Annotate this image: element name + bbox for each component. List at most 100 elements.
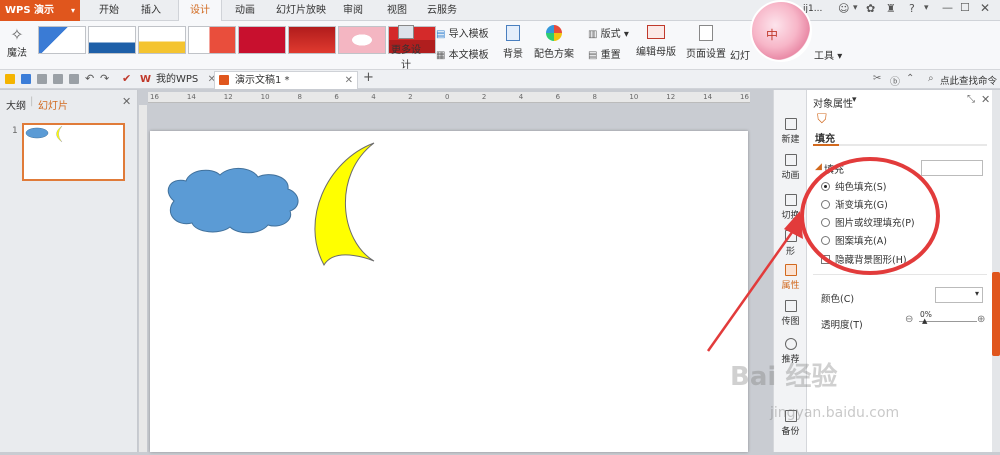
template-thumb-1[interactable] — [38, 26, 86, 54]
close-icon[interactable]: ✕ — [981, 93, 990, 106]
expand-icon[interactable]: ⌃ — [906, 73, 914, 84]
transparency-slider[interactable] — [919, 321, 977, 322]
tab-cloud[interactable]: 云服务 — [422, 0, 462, 21]
tab-insert[interactable]: 插入 — [134, 0, 168, 21]
moon-shape[interactable] — [314, 142, 375, 267]
search-icon[interactable]: ⌕ — [928, 73, 934, 84]
folder-icon[interactable] — [5, 74, 15, 84]
close-icon[interactable]: ✕ — [345, 72, 353, 89]
ruler-label: 0 — [445, 93, 450, 101]
layout-button[interactable]: ▥ 版式 ▾ — [588, 25, 629, 40]
ruler-label: 16 — [740, 93, 749, 101]
edit-master-label: 编辑母版 — [636, 47, 676, 58]
slide-size-button[interactable]: 幻灯 — [730, 47, 750, 62]
app-menu-button[interactable]: WPS 演示 ▾ — [0, 0, 80, 21]
palette-icon — [546, 25, 562, 41]
baidu-watermark-url: jingyan.baidu.com — [770, 405, 900, 421]
right-scrollbar[interactable] — [992, 90, 1000, 452]
minimize-icon[interactable]: — — [942, 1, 953, 14]
more-design-button[interactable]: 更多设计 — [388, 25, 424, 71]
magic-button[interactable]: ✧ 魔法 — [4, 25, 30, 59]
background-button[interactable]: 背景 — [500, 25, 526, 60]
slider-thumb[interactable]: ▲ — [922, 317, 927, 325]
sidebar-item-new[interactable]: 新建 — [774, 118, 807, 145]
print-icon[interactable] — [37, 74, 47, 84]
export-icon[interactable] — [69, 74, 79, 84]
skin-icon[interactable]: ✿ — [866, 2, 875, 15]
template-thumb-5[interactable] — [238, 26, 286, 54]
plus-icon[interactable]: ⊕ — [977, 314, 985, 325]
slide-number: 1 — [12, 126, 18, 136]
tab-home[interactable]: 开始 — [92, 0, 126, 21]
reset-button[interactable]: ▤ 重置 — [588, 46, 621, 61]
template-thumb-2[interactable] — [88, 26, 136, 54]
slide-thumbnail[interactable] — [22, 123, 125, 181]
pane-title: 对象属性 — [813, 99, 853, 110]
tab-animation[interactable]: 动画 — [228, 0, 262, 21]
undo-icon[interactable]: ↶ — [85, 72, 94, 85]
save-icon[interactable] — [21, 74, 31, 84]
minus-icon[interactable]: ⊖ — [905, 314, 913, 325]
ruler-label: 12 — [666, 93, 676, 101]
help-icon[interactable]: ? — [909, 2, 915, 15]
close-icon[interactable]: ✕ — [122, 95, 131, 108]
preview-icon[interactable] — [53, 74, 63, 84]
tab-review[interactable]: 审阅 — [336, 0, 370, 21]
ruler-label: 10 — [629, 93, 639, 101]
import-template-button[interactable]: ▤ 导入模板 — [436, 25, 489, 40]
tab-design[interactable]: 设计 — [178, 0, 222, 22]
fill-tab[interactable]: 填充 — [815, 130, 835, 145]
tools-button[interactable]: 工具 ▾ — [814, 47, 842, 62]
tab-slideshow[interactable]: 幻灯片放映 — [272, 0, 330, 21]
close-icon[interactable]: ✕ — [980, 1, 990, 15]
info-icon[interactable]: ⓑ — [890, 73, 900, 88]
chevron-down-icon[interactable]: ▾ — [852, 95, 857, 105]
ribbon: ✧ 魔法 更多设计 ▤ 导入模板 ▦ 本文模板 背景 配色方案 ▥ 版式 ▾ ▤… — [0, 0, 1000, 71]
color-picker[interactable]: ▾ — [935, 287, 983, 303]
pin-icon[interactable]: ✂ — [873, 73, 881, 84]
slide-canvas[interactable] — [150, 131, 748, 452]
color-scheme-button[interactable]: 配色方案 — [532, 25, 576, 60]
menu-bar: WPS 演示 ▾ 开始 插入 设计 动画 幻灯片放映 审阅 视图 云服务 jj1… — [0, 0, 1000, 22]
thumbnail-preview — [25, 125, 63, 143]
ruler-label: 2 — [408, 93, 413, 101]
tab-my-wps[interactable]: W 我的WPS ✕ — [136, 71, 216, 89]
template-thumb-7[interactable] — [338, 26, 386, 54]
tools-label: 工具 — [814, 51, 834, 62]
page-setup-label: 页面设置 — [686, 49, 726, 60]
maximize-icon[interactable]: ☐ — [960, 1, 970, 14]
highlight-circle — [800, 157, 940, 275]
template-thumb-4[interactable] — [188, 26, 236, 54]
chevron-down-icon[interactable]: ▾ — [853, 3, 858, 13]
sidebar-item-animation[interactable]: 动画 — [774, 154, 807, 181]
template-thumb-6[interactable] — [288, 26, 336, 54]
collapse-icon[interactable]: ⤡ — [967, 94, 975, 105]
fill-dropdown[interactable] — [921, 160, 983, 176]
horizontal-ruler: 16 14 12 10 8 6 4 2 0 2 4 6 8 10 12 14 16 — [148, 92, 750, 103]
tab-view[interactable]: 视图 — [380, 0, 414, 21]
ruler-label: 14 — [186, 93, 196, 101]
redo-icon[interactable]: ↷ — [100, 72, 109, 85]
slides-tab[interactable]: 幻灯片 — [38, 97, 68, 112]
magic-label: 魔法 — [7, 48, 27, 59]
page-setup-button[interactable]: 页面设置 — [686, 25, 726, 60]
expand-triangle-icon[interactable]: ◢ — [815, 162, 822, 172]
sidebar-label: 动画 — [781, 171, 800, 181]
scroll-thumb[interactable] — [992, 272, 1000, 356]
avatar[interactable]: 中 — [750, 0, 812, 62]
color-label: 颜色(C) — [821, 294, 855, 305]
cloud-shape[interactable] — [167, 168, 299, 234]
add-tab-icon[interactable]: + — [363, 70, 374, 85]
page-icon — [699, 25, 713, 41]
shirt-icon[interactable]: ♜ — [886, 2, 896, 15]
outline-tab[interactable]: 大纲 — [6, 97, 26, 112]
ruler-label: 10 — [260, 93, 270, 101]
tab-document[interactable]: 演示文稿1 * ✕ — [214, 71, 358, 89]
check-icon[interactable]: ✔ — [122, 72, 131, 85]
this-template-button[interactable]: ▦ 本文模板 — [436, 46, 489, 61]
edit-master-button[interactable]: 编辑母版 — [634, 25, 678, 58]
chevron-down-icon[interactable]: ▾ — [924, 3, 929, 13]
smile-icon[interactable]: ☺ — [838, 2, 849, 15]
template-thumb-3[interactable] — [138, 26, 186, 54]
find-command-input[interactable]: 点此查找命令 — [940, 73, 997, 87]
